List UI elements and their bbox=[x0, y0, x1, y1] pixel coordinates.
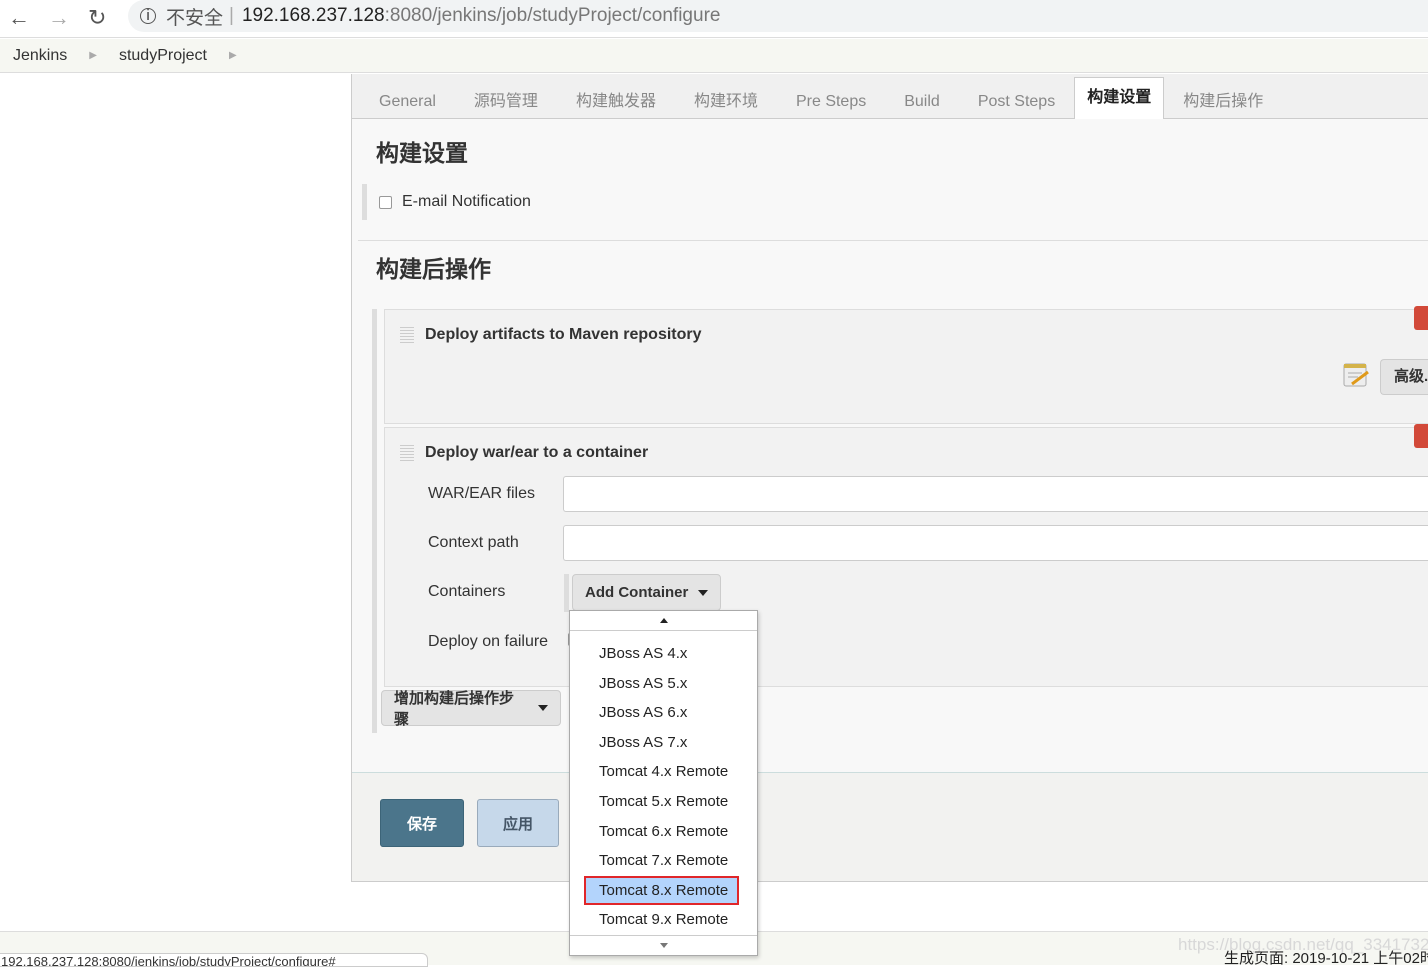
caret-down-icon bbox=[698, 589, 709, 596]
section-title-build-settings: 构建设置 bbox=[376, 140, 468, 166]
menu-item[interactable]: Tomcat 9.x Remote bbox=[570, 905, 757, 935]
tab-post-build[interactable]: 构建后操作 bbox=[1164, 80, 1282, 118]
add-post-build-step-button[interactable]: 增加构建后操作步骤 bbox=[381, 690, 561, 728]
back-icon[interactable]: ← bbox=[8, 5, 30, 31]
drag-handle-icon[interactable] bbox=[400, 327, 414, 345]
menu-item[interactable]: JBoss AS 4.x bbox=[570, 639, 757, 669]
breadcrumb: Jenkins ▶ studyProject ▶ bbox=[0, 39, 1428, 73]
chevron-right-icon[interactable]: ▶ bbox=[229, 50, 237, 61]
email-notification-label: E-mail Notification bbox=[402, 193, 531, 210]
tab-scm[interactable]: 源码管理 bbox=[455, 80, 557, 118]
deploy-container-block: Deploy war/ear to a container WAR/EAR fi… bbox=[384, 424, 1428, 687]
menu-item[interactable]: JBoss AS 6.x bbox=[570, 698, 757, 728]
notepad-help-icon[interactable] bbox=[1342, 362, 1370, 388]
advanced-button[interactable]: 高级... bbox=[1380, 359, 1428, 395]
url-path: :8080/jenkins/job/studyProject/configure bbox=[384, 5, 721, 26]
add-container-button[interactable]: Add Container bbox=[572, 574, 722, 611]
security-label: 不安全 bbox=[166, 7, 224, 29]
tab-pre-steps[interactable]: Pre Steps bbox=[777, 80, 885, 118]
post-build-steps: Deploy artifacts to Maven repository 高级.… bbox=[372, 306, 1428, 733]
tab-post-steps[interactable]: Post Steps bbox=[959, 80, 1074, 118]
context-path-input[interactable] bbox=[563, 525, 1428, 561]
menu-item[interactable]: JBoss AS 7.x bbox=[570, 728, 757, 758]
url-host: 192.168.237.128 bbox=[241, 5, 385, 26]
menu-item[interactable]: Tomcat 5.x Remote bbox=[570, 787, 757, 817]
menu-item[interactable]: Tomcat 7.x Remote bbox=[570, 846, 757, 876]
menu-item[interactable]: Tomcat 6.x Remote bbox=[570, 817, 757, 847]
browser-toolbar: ← → ↻ i 不安全 | 192.168.237.128:8080/jenki… bbox=[0, 0, 1428, 38]
containers-label: Containers bbox=[428, 583, 506, 600]
deploy-container-title: Deploy war/ear to a container bbox=[425, 444, 649, 461]
menu-item[interactable]: JBoss AS 5.x bbox=[570, 669, 757, 699]
divider bbox=[358, 240, 1428, 241]
maven-deploy-block: Deploy artifacts to Maven repository 高级.… bbox=[384, 306, 1428, 424]
info-icon[interactable]: i bbox=[140, 8, 156, 24]
menu-item[interactable]: Tomcat 8.x Remote bbox=[584, 875, 739, 906]
add-post-build-step-label: 增加构建后操作步骤 bbox=[394, 690, 515, 728]
menu-item[interactable]: Tomcat 4.x Remote bbox=[570, 757, 757, 787]
scroll-up-button[interactable] bbox=[570, 611, 757, 631]
scroll-down-button[interactable] bbox=[570, 935, 757, 955]
email-notification: E-mail Notification bbox=[362, 184, 531, 220]
arrow-down-icon bbox=[659, 943, 668, 948]
config-tabs: General 源码管理 构建触发器 构建环境 Pre Steps Build … bbox=[352, 74, 1428, 119]
caret-down-icon bbox=[538, 705, 548, 711]
context-path-label: Context path bbox=[428, 534, 519, 551]
breadcrumb-project[interactable]: studyProject bbox=[119, 47, 207, 65]
forward-icon[interactable]: → bbox=[48, 5, 70, 31]
delete-button[interactable] bbox=[1414, 306, 1428, 330]
tab-build[interactable]: Build bbox=[885, 80, 959, 118]
war-files-label: WAR/EAR files bbox=[428, 485, 535, 502]
delete-button[interactable] bbox=[1414, 424, 1428, 448]
chevron-right-icon[interactable]: ▶ bbox=[89, 50, 97, 61]
form-buttons-bar: 保存 应用 bbox=[352, 772, 1428, 881]
drag-handle-icon[interactable] bbox=[400, 445, 414, 463]
reload-icon[interactable]: ↻ bbox=[88, 5, 106, 31]
config-panel: General 源码管理 构建触发器 构建环境 Pre Steps Build … bbox=[351, 74, 1428, 882]
apply-button[interactable]: 应用 bbox=[477, 799, 559, 847]
maven-deploy-title: Deploy artifacts to Maven repository bbox=[425, 326, 702, 343]
address-bar[interactable]: i 不安全 | 192.168.237.128:8080/jenkins/job… bbox=[128, 0, 1428, 32]
email-notification-checkbox[interactable] bbox=[379, 195, 392, 209]
war-files-input[interactable] bbox=[563, 476, 1428, 512]
tab-environment[interactable]: 构建环境 bbox=[675, 80, 777, 118]
tab-triggers[interactable]: 构建触发器 bbox=[557, 80, 675, 118]
section-title-post-build: 构建后操作 bbox=[376, 256, 491, 282]
save-button[interactable]: 保存 bbox=[380, 799, 464, 847]
breadcrumb-jenkins[interactable]: Jenkins bbox=[13, 47, 67, 65]
tab-general[interactable]: General bbox=[360, 80, 455, 118]
add-container-label: Add Container bbox=[585, 584, 689, 601]
arrow-up-icon bbox=[659, 618, 668, 623]
deploy-on-failure-label: Deploy on failure bbox=[428, 633, 549, 650]
add-container-dropdown: JBoss AS 4.x JBoss AS 5.x JBoss AS 6.x JBos… bbox=[569, 610, 758, 956]
tab-build-settings[interactable]: 构建设置 bbox=[1074, 77, 1165, 119]
